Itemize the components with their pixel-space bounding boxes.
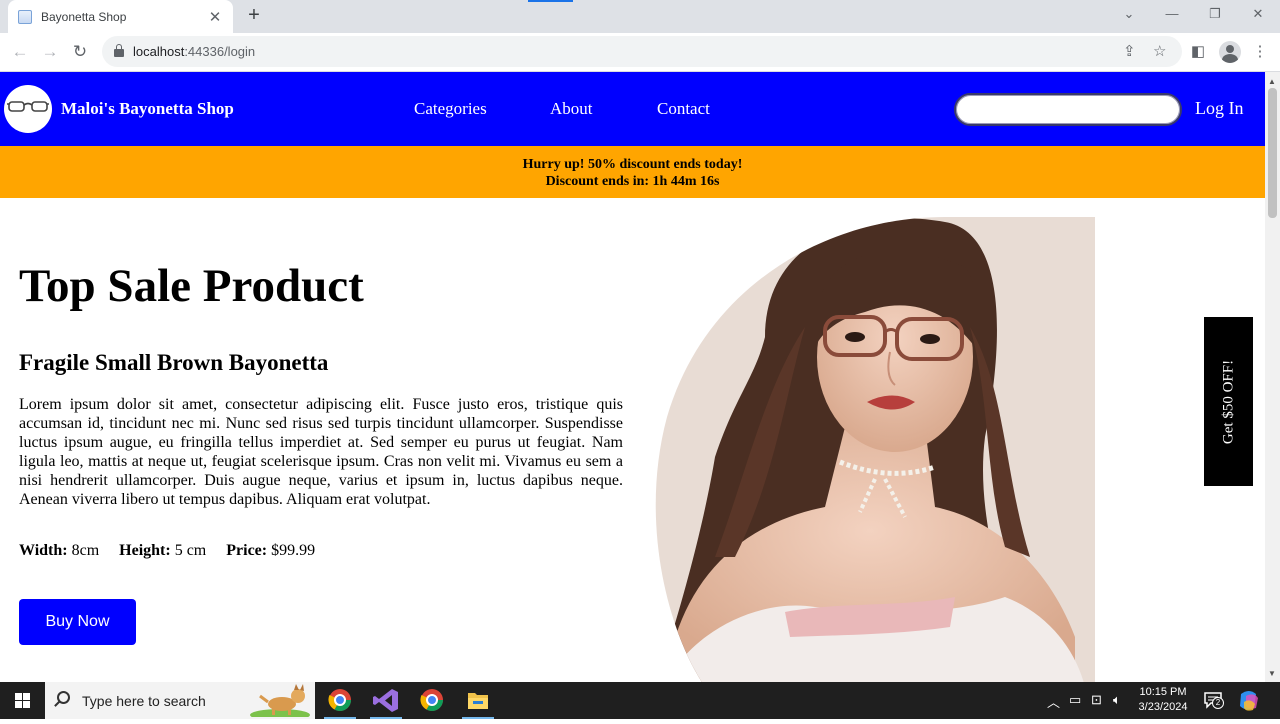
browser-toolbar: ← → ↻ localhost:44336/login ⇪ ☆ ◧ ⋮ [0, 33, 1280, 72]
minimize-button[interactable]: — [1160, 4, 1184, 24]
nav-categories[interactable]: Categories [414, 99, 487, 119]
login-link[interactable]: Log In [1195, 98, 1244, 119]
notification-count-badge: 2 [1212, 697, 1224, 709]
profile-avatar-icon[interactable] [1219, 41, 1241, 63]
browser-tab[interactable]: Bayonetta Shop ✕ [8, 0, 233, 33]
notification-center-icon[interactable]: 2 [1203, 691, 1224, 709]
volume-icon[interactable]: 🔈︎ [1113, 692, 1121, 708]
glasses-logo-icon[interactable] [4, 85, 52, 133]
close-window-button[interactable]: ✕ [1246, 4, 1270, 24]
spec-height: Height: 5 cm [119, 542, 207, 559]
close-tab-icon[interactable]: ✕ [207, 8, 223, 26]
tab-title: Bayonetta Shop [41, 9, 127, 24]
spec-width: Width: 8cm [19, 542, 100, 559]
show-hidden-icons-chevron-up-icon[interactable]: ︿ [1047, 692, 1060, 711]
new-tab-button[interactable]: + [243, 5, 265, 27]
back-button[interactable]: ← [9, 41, 31, 63]
brand-name[interactable]: Maloi's Bayonetta Shop [61, 99, 234, 119]
page-favicon-icon [18, 9, 32, 24]
reload-button[interactable]: ↻ [69, 41, 91, 63]
battery-icon[interactable]: ▭ [1069, 692, 1081, 708]
site-header: Maloi's Bayonetta Shop Categories About … [0, 72, 1265, 146]
coupon-label: Get $50 OFF! [1220, 359, 1236, 444]
clock-time: 10:15 PM [1139, 686, 1187, 698]
product-model-image [655, 217, 1095, 682]
search-highlight-dog-icon [250, 684, 310, 717]
discount-countdown: Discount ends in: 1h 44m 16s [545, 174, 720, 189]
visual-studio-taskbar-icon[interactable] [368, 682, 404, 719]
address-bar[interactable]: localhost:44336/login ⇪ ☆ [102, 36, 1182, 67]
discount-banner: Hurry up! 50% discount ends today! Disco… [0, 146, 1265, 198]
taskbar-search[interactable]: Type here to search [45, 682, 315, 719]
nav-contact[interactable]: Contact [657, 99, 710, 119]
chrome-taskbar-icon[interactable] [322, 682, 358, 719]
spec-price: Price: $99.99 [226, 542, 316, 559]
page-title: Top Sale Product [19, 260, 364, 312]
search-icon [57, 691, 70, 704]
more-menu-icon[interactable]: ⋮ [1250, 42, 1270, 62]
taskbar-search-placeholder: Type here to search [82, 693, 206, 709]
file-explorer-taskbar-icon[interactable] [460, 682, 496, 719]
product-name: Fragile Small Brown Bayonetta [19, 350, 329, 375]
coupon-side-tab[interactable]: Get $50 OFF! [1204, 317, 1253, 486]
tab-search-chevron-down-icon[interactable]: ⌄ [1117, 4, 1141, 24]
restore-button[interactable]: ❐ [1203, 4, 1227, 24]
windows-start-icon[interactable] [0, 682, 45, 719]
share-icon[interactable]: ⇪ [1123, 42, 1136, 60]
network-icon[interactable]: ⊡ [1091, 692, 1102, 708]
buy-now-button[interactable]: Buy Now [19, 599, 136, 645]
url-text: localhost:44336/login [133, 44, 256, 59]
windows-taskbar: Type here to search ︿ ▭ ⊡ 🔈︎ 10:15 PM 3/… [0, 682, 1280, 719]
discount-headline: Hurry up! 50% discount ends today! [522, 157, 743, 172]
side-panel-icon[interactable]: ◧ [1188, 42, 1208, 62]
search-input[interactable] [954, 93, 1182, 126]
product-specs: Width: 8cm Height: 5 cm Price: $99.99 [19, 542, 331, 560]
taskbar-clock[interactable]: 10:15 PM 3/23/2024 [1132, 685, 1194, 715]
scrollbar-thumb[interactable] [1268, 88, 1277, 218]
product-description: Lorem ipsum dolor sit amet, consectetur … [19, 396, 623, 508]
scroll-down-arrow-icon[interactable]: ▼ [1268, 669, 1276, 678]
chrome-taskbar-icon-2[interactable] [414, 682, 450, 719]
browser-tab-strip: Bayonetta Shop ✕ + ⌄ — ❐ ✕ [0, 0, 1280, 33]
clock-date: 3/23/2024 [1138, 701, 1188, 713]
tab-drag-indicator [528, 0, 573, 2]
lock-icon[interactable] [114, 44, 124, 57]
bookmark-star-icon[interactable]: ☆ [1153, 42, 1166, 60]
copilot-icon[interactable] [1234, 682, 1264, 719]
nav-about[interactable]: About [550, 99, 593, 119]
page-viewport: Maloi's Bayonetta Shop Categories About … [0, 72, 1265, 682]
scroll-up-arrow-icon[interactable]: ▲ [1268, 77, 1276, 86]
page-scrollbar[interactable]: ▲ ▼ [1265, 72, 1280, 682]
forward-button[interactable]: → [39, 41, 61, 63]
